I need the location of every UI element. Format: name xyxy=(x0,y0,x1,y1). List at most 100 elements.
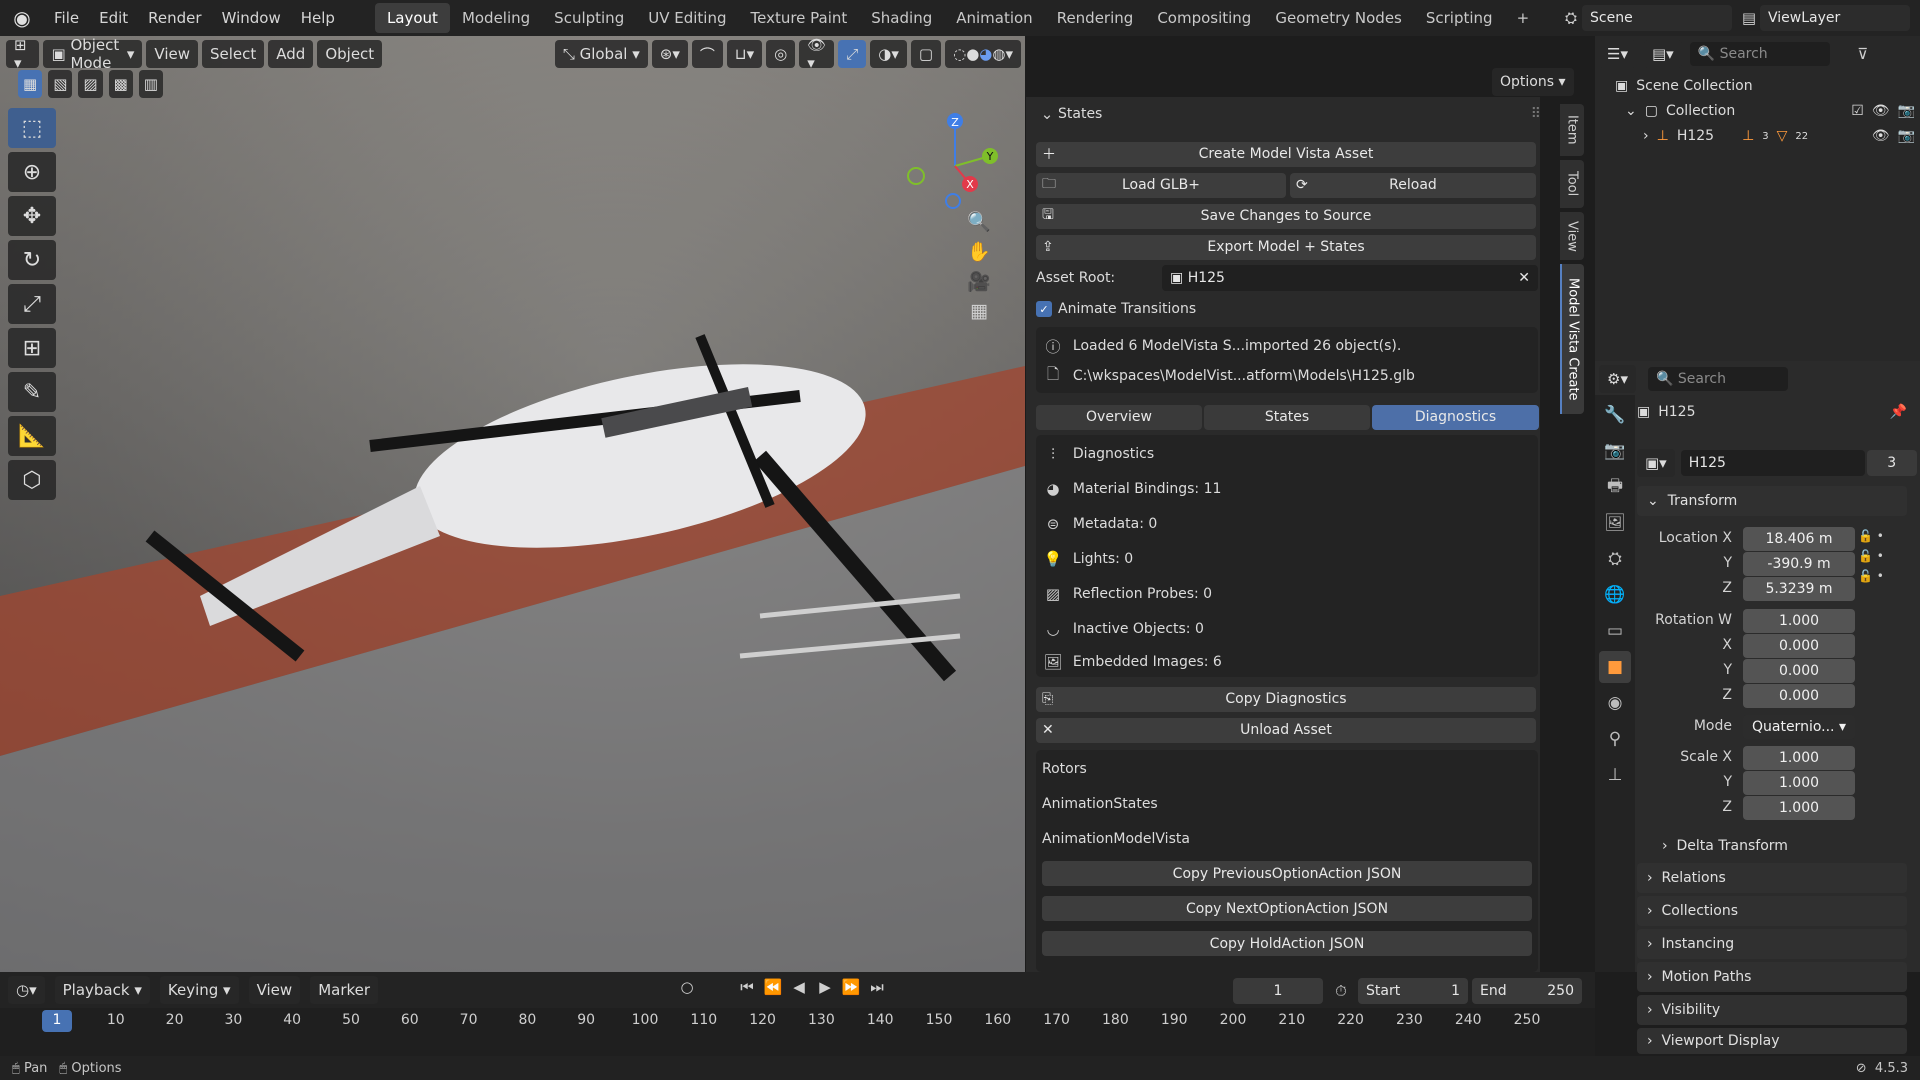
workspace-tab-sculpting[interactable]: Sculpting xyxy=(542,3,636,33)
scene-icon[interactable]: ⛭ xyxy=(1560,7,1582,29)
states-panel-header[interactable]: ⌄ States ⠿ xyxy=(1036,101,1541,127)
workspace-tab-modeling[interactable]: Modeling xyxy=(450,3,542,33)
pivot-point-icon[interactable]: ⊛▾ xyxy=(651,40,688,68)
copy-previous-option-json-button[interactable]: Copy PreviousOptionAction JSON xyxy=(1042,861,1532,886)
select-invert-icon[interactable]: ▩ xyxy=(108,70,133,98)
animate-transitions-checkbox[interactable]: ✓ xyxy=(1036,301,1052,317)
options-dropdown[interactable]: Options ▾ xyxy=(1492,68,1574,96)
gizmo-toggle-icon[interactable]: ⤢ xyxy=(838,40,867,68)
zoom-icon[interactable]: 🔍 xyxy=(967,210,991,233)
timeline-view-menu[interactable]: View xyxy=(248,976,301,1004)
rotate-tool-icon[interactable]: ↻ xyxy=(8,240,56,280)
3d-viewport[interactable]: ⊞ ▾ ▣ Object Mode ▾ View Select Add Obje… xyxy=(0,36,1025,972)
reload-button[interactable]: ⟳ Reload xyxy=(1290,172,1536,198)
snap-target-icon[interactable]: ⊔▾ xyxy=(726,40,763,68)
solid-shading-icon[interactable]: ● xyxy=(966,45,979,63)
display-mode-icon[interactable]: ▤▾ xyxy=(1643,40,1682,68)
play-icon[interactable]: ▶ xyxy=(814,976,836,998)
instancing-section[interactable]: › Instancing xyxy=(1637,929,1907,959)
workspace-tab-shading[interactable]: Shading xyxy=(859,3,944,33)
unload-asset-button[interactable]: ✕ Unload Asset xyxy=(1036,717,1536,743)
workspace-tab-animation[interactable]: Animation xyxy=(944,3,1044,33)
add-workspace-button[interactable]: + xyxy=(1505,3,1542,33)
tool-properties-icon[interactable]: 🔧 xyxy=(1599,399,1631,431)
properties-search-input[interactable]: 🔍 Search xyxy=(1647,367,1788,391)
workspace-tab-compositing[interactable]: Compositing xyxy=(1145,3,1263,33)
rotation-mode-dropdown[interactable]: Quaternio... ▾ xyxy=(1743,715,1855,739)
outliner-editor-type-icon[interactable]: ☰▾ xyxy=(1599,40,1636,68)
section-animation-states[interactable]: AnimationStates xyxy=(1042,789,1158,819)
rotation-x-field[interactable]: 0.000 xyxy=(1743,634,1855,658)
scale-tool-icon[interactable]: ⤢ xyxy=(8,284,56,324)
location-x-field[interactable]: 18.406 m xyxy=(1743,527,1855,551)
select-extend-icon[interactable]: ▧ xyxy=(48,70,73,98)
workspace-tab-scripting[interactable]: Scripting xyxy=(1414,3,1505,33)
object-row-h125[interactable]: › ⊥ H125 ⊥ 3 ▽ 22 👁 📷 xyxy=(1643,128,1915,144)
tab-diagnostics[interactable]: Diagnostics xyxy=(1372,404,1539,430)
scene-field[interactable]: Scene xyxy=(1582,5,1732,31)
relations-section[interactable]: › Relations xyxy=(1637,863,1907,893)
create-model-vista-asset-button[interactable]: ＋ Create Model Vista Asset xyxy=(1036,141,1536,167)
viewport-display-section[interactable]: › Viewport Display xyxy=(1637,1028,1907,1054)
view-layer-field[interactable]: ViewLayer xyxy=(1760,5,1910,31)
viewport-menu-add[interactable]: Add xyxy=(268,40,314,68)
prev-keyframe-icon[interactable]: ⏪ xyxy=(762,976,784,998)
copy-next-option-json-button[interactable]: Copy NextOptionAction JSON xyxy=(1042,896,1532,921)
keying-menu[interactable]: Keying ▾ xyxy=(159,976,239,1004)
snap-icon[interactable]: ⌒ xyxy=(691,40,723,68)
camera-icon[interactable]: 🎥 xyxy=(967,270,991,293)
lock-icon[interactable]: 🔓 • xyxy=(1858,569,1884,583)
object-name-field[interactable]: H125 xyxy=(1680,450,1865,476)
select-box-tool-icon[interactable]: ⬚ xyxy=(8,108,56,148)
cursor-tool-icon[interactable]: ⊕ xyxy=(8,152,56,192)
end-frame-field[interactable]: End 250 xyxy=(1472,978,1582,1004)
lock-icon[interactable]: 🔓 • xyxy=(1858,529,1884,543)
collection-row[interactable]: ⌄ ▢ Collection ☑ 👁 📷 xyxy=(1625,103,1915,119)
overlay-icon[interactable]: ◑▾ xyxy=(870,40,907,68)
section-animation-model-vista[interactable]: AnimationModelVista xyxy=(1042,824,1190,854)
view-layer-icon[interactable]: ▤ xyxy=(1738,7,1760,29)
workspace-tab-texture-paint[interactable]: Texture Paint xyxy=(738,3,859,33)
tab-states[interactable]: States xyxy=(1204,404,1370,430)
play-reverse-icon[interactable]: ◀ xyxy=(788,976,810,998)
collections-section[interactable]: › Collections xyxy=(1637,896,1907,926)
outliner-search-input[interactable]: 🔍 Search xyxy=(1689,42,1830,66)
timeline-editor-type-icon[interactable]: ◷▾ xyxy=(8,976,45,1004)
perspective-grid-icon[interactable]: ▦ xyxy=(968,300,990,322)
object-eye-icon[interactable]: 👁 xyxy=(1872,128,1890,144)
editor-type-button[interactable]: ⊞ ▾ xyxy=(6,36,40,72)
menu-edit[interactable]: Edit xyxy=(89,0,138,36)
rotation-w-field[interactable]: 1.000 xyxy=(1743,609,1855,633)
scale-y-field[interactable]: 1.000 xyxy=(1743,771,1855,795)
next-keyframe-icon[interactable]: ⏩ xyxy=(840,976,862,998)
viewport-menu-select[interactable]: Select xyxy=(202,40,265,68)
select-intersect-icon[interactable]: ▥ xyxy=(138,70,163,98)
menu-help[interactable]: Help xyxy=(291,0,345,36)
output-properties-icon[interactable]: 🖶 xyxy=(1599,471,1631,503)
scale-z-field[interactable]: 1.000 xyxy=(1743,796,1855,820)
transform-orientation-dropdown[interactable]: ⤡ Global ▾ xyxy=(554,40,648,68)
menu-file[interactable]: File xyxy=(44,0,89,36)
workspace-tab-geometry-nodes[interactable]: Geometry Nodes xyxy=(1263,3,1414,33)
viewport-menu-object[interactable]: Object xyxy=(317,40,383,68)
sidebar-tab-item[interactable]: Item xyxy=(1560,104,1584,156)
move-tool-icon[interactable]: ✥ xyxy=(8,196,56,236)
jump-start-icon[interactable]: ⏮ xyxy=(736,976,758,998)
load-glb-button[interactable]: 🗀 Load GLB+ xyxy=(1036,172,1286,198)
section-rotors[interactable]: Rotors xyxy=(1042,754,1087,784)
visibility-section[interactable]: › Visibility xyxy=(1637,995,1907,1025)
scale-x-field[interactable]: 1.000 xyxy=(1743,746,1855,770)
location-z-field[interactable]: 5.3239 m xyxy=(1743,577,1855,601)
rendered-shading-icon[interactable]: ◍ xyxy=(992,45,1005,63)
jump-end-icon[interactable]: ⏭ xyxy=(866,976,888,998)
viewport-menu-view[interactable]: View xyxy=(146,40,198,68)
render-properties-icon[interactable]: 📷 xyxy=(1599,435,1631,467)
start-frame-field[interactable]: Start 1 xyxy=(1358,978,1468,1004)
save-changes-button[interactable]: 🖫 Save Changes to Source xyxy=(1036,203,1536,229)
annotate-tool-icon[interactable]: ✎ xyxy=(8,372,56,412)
sidebar-tab-view[interactable]: View xyxy=(1560,212,1584,260)
location-y-field[interactable]: -390.9 m xyxy=(1743,552,1855,576)
object-mode-dropdown[interactable]: ▣ Object Mode ▾ xyxy=(43,36,143,72)
tab-overview[interactable]: Overview xyxy=(1036,404,1202,430)
workspace-tab-layout[interactable]: Layout xyxy=(374,3,450,33)
